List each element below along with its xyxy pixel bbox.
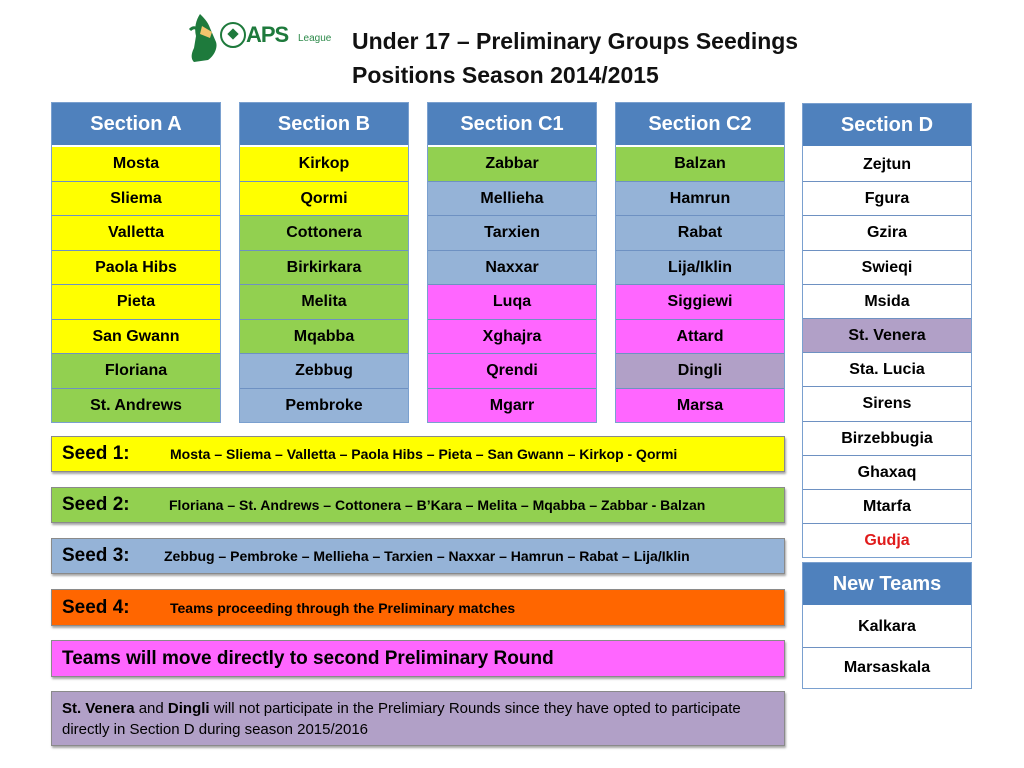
team-cell: Mosta bbox=[52, 146, 220, 181]
seed-teams: Floriana – St. Andrews – Cottonera – B’K… bbox=[169, 497, 706, 513]
section-header: New Teams bbox=[803, 563, 971, 606]
team-cell: Zabbar bbox=[428, 146, 596, 181]
team-cell: Rabat bbox=[616, 215, 784, 250]
team-cell: Zebbug bbox=[240, 353, 408, 388]
section-header: Section D bbox=[803, 104, 971, 147]
team-cell: Luqa bbox=[428, 284, 596, 319]
aps-league-logo: APS League bbox=[186, 10, 344, 66]
team-cell: Tarxien bbox=[428, 215, 596, 250]
team-cell: St. Venera bbox=[803, 317, 971, 353]
team-cell: Sta. Lucia bbox=[803, 352, 971, 387]
soccer-ball-icon bbox=[220, 22, 246, 48]
team-cell: Xghajra bbox=[428, 318, 596, 353]
logo-subtitle: League bbox=[298, 33, 332, 44]
team-cell: Birzebbugia bbox=[803, 420, 971, 455]
team-cell: Paola Hibs bbox=[52, 249, 220, 284]
direct-second-round-bar: Teams will move directly to second Preli… bbox=[51, 640, 785, 677]
team-cell: Valletta bbox=[52, 215, 220, 250]
section-table-new: New Teams Kalkara Marsaskala bbox=[802, 562, 972, 689]
section-header: Section B bbox=[240, 103, 408, 146]
team-cell: Naxxar bbox=[428, 249, 596, 284]
team-cell: Mtarfa bbox=[803, 488, 971, 524]
section-table-d: Section D Zejtun Fgura Gzira Swieqi Msida St. … bbox=[802, 103, 972, 559]
seed-label: Seed 2: bbox=[62, 494, 130, 515]
note-team-1: St. Venera bbox=[62, 700, 135, 717]
section-header: Section A bbox=[52, 103, 220, 146]
team-cell: Balzan bbox=[616, 146, 784, 181]
team-cell: Mgarr bbox=[428, 387, 596, 422]
note-team-2: Dingli bbox=[167, 700, 210, 717]
seed-4-bar: Seed 4: Teams proceeding through the Pre… bbox=[51, 589, 785, 626]
section-table-c1: Section C1 Zabbar Mellieha Tarxien Naxxar Luq… bbox=[427, 102, 597, 423]
team-cell: Marsaskala bbox=[803, 647, 971, 688]
seed-label: Seed 4: bbox=[62, 596, 130, 618]
direct-second-round-text: Teams will move directly to second Preli… bbox=[62, 647, 554, 669]
seed-2-bar: Seed 2: Floriana – St. Andrews – Cottone… bbox=[51, 487, 785, 523]
team-cell: Mellieha bbox=[428, 180, 596, 215]
team-cell: Kirkop bbox=[240, 146, 408, 181]
team-cell: Kalkara bbox=[803, 606, 971, 647]
team-cell: Gzira bbox=[803, 215, 971, 250]
seed-label: Seed 3: bbox=[62, 545, 130, 566]
team-cell: Fgura bbox=[803, 181, 971, 216]
team-cell: Pembroke bbox=[240, 387, 408, 422]
team-cell: San Gwann bbox=[52, 318, 220, 353]
logo-brand: APS bbox=[246, 22, 289, 47]
seed-1-bar: Seed 1: Mosta – Sliema – Valletta – Paol… bbox=[51, 436, 785, 472]
page-title: Under 17 – Preliminary Groups Seedings P… bbox=[352, 24, 798, 92]
seed-teams: Teams proceeding through the Preliminary… bbox=[170, 599, 516, 616]
title-line-2: Positions Season 2014/2015 bbox=[352, 62, 659, 88]
team-cell: Qormi bbox=[240, 180, 408, 215]
team-cell: Melita bbox=[240, 284, 408, 319]
team-cell: Msida bbox=[803, 283, 971, 318]
team-cell: Sirens bbox=[803, 386, 971, 421]
section-header: Section C1 bbox=[428, 103, 596, 146]
note-and: and bbox=[134, 700, 168, 717]
team-cell: Lija/Iklin bbox=[616, 249, 784, 284]
section-table-c2: Section C2 Balzan Hamrun Rabat Lija/Iklin Sig… bbox=[615, 102, 785, 423]
team-cell: Zejtun bbox=[803, 147, 971, 182]
team-cell: Dingli bbox=[616, 353, 784, 388]
seed-teams: Mosta – Sliema – Valletta – Paola Hibs –… bbox=[170, 446, 678, 462]
team-cell: Attard bbox=[616, 318, 784, 353]
team-cell: St. Andrews bbox=[52, 387, 220, 422]
team-cell: Birkirkara bbox=[240, 249, 408, 284]
team-cell: Mqabba bbox=[240, 318, 408, 353]
section-header: Section C2 bbox=[616, 103, 784, 146]
team-cell: Ghaxaq bbox=[803, 454, 971, 489]
team-cell: Sliema bbox=[52, 180, 220, 215]
team-cell: Floriana bbox=[52, 353, 220, 388]
seed-label: Seed 1: bbox=[62, 443, 130, 464]
title-line-1: Under 17 – Preliminary Groups Seedings bbox=[352, 28, 799, 54]
team-cell: Swieqi bbox=[803, 249, 971, 284]
seed-teams: Zebbug – Pembroke – Mellieha – Tarxien –… bbox=[164, 548, 690, 564]
team-cell: Siggiewi bbox=[616, 284, 784, 319]
section-table-b: Section B Kirkop Qormi Cottonera Birkirkara M… bbox=[239, 102, 409, 423]
team-cell: Qrendi bbox=[428, 353, 596, 388]
opt-out-note: St. Venera and Dingli will not participa… bbox=[51, 691, 785, 746]
team-cell: Hamrun bbox=[616, 180, 784, 215]
team-cell: Marsa bbox=[616, 387, 784, 422]
team-cell: Cottonera bbox=[240, 215, 408, 250]
section-table-a: Section A Mosta Sliema Valletta Paola Hibs Pi… bbox=[51, 102, 221, 423]
team-cell: Gudja bbox=[803, 523, 971, 558]
seed-3-bar: Seed 3: Zebbug – Pembroke – Mellieha – T… bbox=[51, 538, 785, 574]
team-cell: Pieta bbox=[52, 284, 220, 319]
